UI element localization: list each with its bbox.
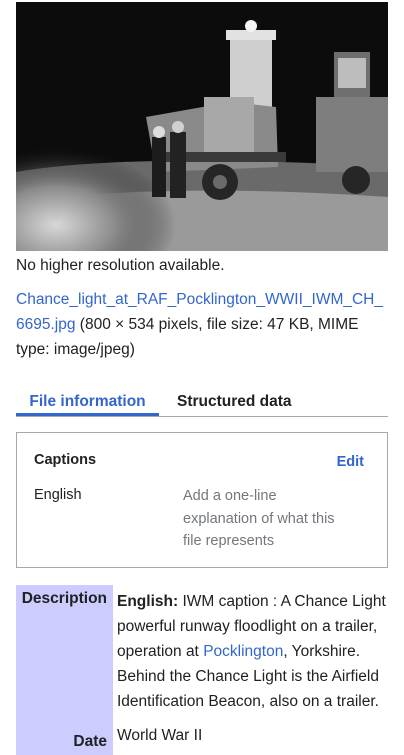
file-name-part2[interactable]: 6695.jpg (16, 316, 75, 333)
pocklington-link[interactable]: Pocklington (203, 643, 283, 660)
captions-edit-button[interactable]: Edit (337, 454, 364, 470)
file-image[interactable] (16, 2, 388, 251)
file-name-part1[interactable]: Chance_light_at_RAF_Pocklington_WWII_IWM… (16, 291, 383, 308)
caption-language-label: English (34, 487, 82, 503)
description-header: Description (16, 585, 113, 725)
date-value: World War II (117, 727, 203, 744)
captions-panel: Captions Edit English Add a one-line exp… (16, 432, 388, 568)
file-details: (800 × 534 pixels, file size: 47 KB, MIM… (75, 316, 359, 333)
chance-light-photo (16, 2, 388, 251)
description-lang-label: English: (117, 593, 179, 610)
description-text: English: IWM caption : A Chance Light po… (117, 593, 386, 710)
captions-title: Captions (34, 452, 97, 468)
file-meta: Chance_light_at_RAF_Pocklington_WWII_IWM… (16, 287, 391, 362)
date-header: Date (16, 725, 113, 755)
tab-structured-data[interactable]: Structured data (177, 380, 292, 414)
file-tabs: File information Structured data (16, 380, 388, 417)
caption-placeholder[interactable]: Add a one-line explanation of what this … (183, 485, 353, 553)
no-higher-resolution-note: No higher resolution available. (16, 257, 225, 274)
file-mime: type: image/jpeg) (16, 341, 135, 358)
tab-file-information[interactable]: File information (16, 380, 159, 416)
